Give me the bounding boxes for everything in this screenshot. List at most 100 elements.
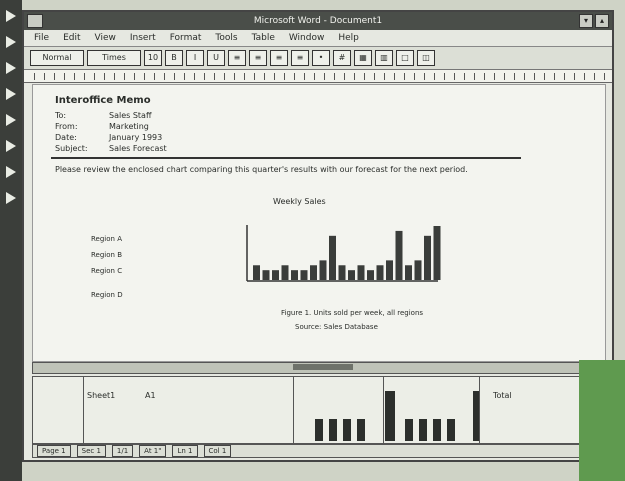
mini-bar [385, 391, 395, 441]
bar-17 [405, 265, 412, 280]
mini-bars [315, 391, 479, 441]
numbered-list-button[interactable]: # [333, 50, 351, 66]
menu-item-insert[interactable]: Insert [130, 33, 156, 43]
menu-item-table[interactable]: Table [252, 33, 275, 43]
menu-item-window[interactable]: Window [289, 33, 325, 43]
menu-item-tools[interactable]: Tools [215, 33, 237, 43]
menu-item-edit[interactable]: Edit [63, 33, 80, 43]
bold-button[interactable]: B [165, 50, 183, 66]
arrow-icon[interactable] [6, 166, 16, 178]
ruler-tick [494, 73, 495, 80]
ruler-tick [214, 73, 215, 80]
ruler-tick [194, 73, 195, 80]
ruler-tick [394, 73, 395, 80]
font-box[interactable]: Times [87, 50, 141, 66]
embedded-chart[interactable] [33, 85, 605, 361]
status-line: Ln 1 [172, 445, 198, 457]
arrow-icon[interactable] [6, 62, 16, 74]
mini-bar [473, 391, 479, 441]
ruler-tick [144, 73, 145, 80]
ruler-tick [534, 73, 535, 80]
ruler-tick [134, 73, 135, 80]
ruler-tick [544, 73, 545, 80]
status-bar: Page 1 Sec 1 1/1 At 1" Ln 1 Col 1 [32, 444, 604, 458]
italic-button[interactable]: I [186, 50, 204, 66]
align-left-button[interactable]: ≡ [228, 50, 246, 66]
align-right-button[interactable]: ≡ [270, 50, 288, 66]
status-pos: 1/1 [111, 445, 134, 457]
bullet-list-button[interactable]: • [312, 50, 330, 66]
arrow-icon[interactable] [6, 114, 16, 126]
screen: Microsoft Word - Document1 ▾ ▴ File Edit… [0, 0, 625, 481]
horizontal-scrollbar[interactable] [32, 362, 606, 374]
spreadsheet-pane[interactable]: Sheet1 A1 Total [32, 376, 606, 444]
ruler-tick [34, 73, 35, 80]
ruler-tick [384, 73, 385, 80]
menu-item-help[interactable]: Help [338, 33, 359, 43]
ruler-tick [564, 73, 565, 80]
arrow-icon[interactable] [6, 192, 16, 204]
left-tool-strip [0, 0, 22, 481]
ruler-tick [444, 73, 445, 80]
mini-bar [315, 419, 323, 441]
menu-item-view[interactable]: View [95, 33, 116, 43]
ruler[interactable] [24, 70, 612, 83]
window-title: Microsoft Word - Document1 [253, 16, 383, 26]
chart-button[interactable]: ▥ [375, 50, 393, 66]
menu-item-file[interactable]: File [34, 33, 49, 43]
ruler-tick [114, 73, 115, 80]
ruler-tick [464, 73, 465, 80]
minimize-button[interactable]: ▾ [579, 14, 593, 28]
ruler-tick [474, 73, 475, 80]
ruler-tick [274, 73, 275, 80]
arrow-icon[interactable] [6, 10, 16, 22]
menu-item-format[interactable]: Format [170, 33, 202, 43]
underline-button[interactable]: U [207, 50, 225, 66]
maximize-button[interactable]: ▴ [595, 14, 609, 28]
bar-8 [319, 260, 327, 280]
bar-18 [414, 260, 422, 280]
system-menu-button[interactable] [27, 14, 43, 28]
bar-3 [272, 270, 279, 280]
arrow-icon[interactable] [6, 36, 16, 48]
ruler-tick [314, 73, 315, 80]
ruler-tick [284, 73, 285, 80]
ruler-tick [504, 73, 505, 80]
ruler-tick [594, 73, 595, 80]
ruler-tick [244, 73, 245, 80]
menu-bar: File Edit View Insert Format Tools Table… [24, 30, 612, 47]
ruler-tick [574, 73, 575, 80]
chart-caption: Figure 1. Units sold per week, all regio… [281, 309, 424, 317]
ruler-tick [424, 73, 425, 80]
bar-15 [386, 260, 393, 280]
desktop-background [579, 360, 625, 481]
style-box[interactable]: Normal [30, 50, 84, 66]
frame-button[interactable]: □ [396, 50, 414, 66]
ruler-tick [264, 73, 265, 80]
ruler-tick [484, 73, 485, 80]
bar-19 [424, 235, 431, 280]
document-page[interactable]: Interoffice Memo To: Sales Staff From: Mar… [32, 84, 606, 362]
arrow-icon[interactable] [6, 140, 16, 152]
ruler-tick [74, 73, 75, 80]
ruler-tick [554, 73, 555, 80]
ruler-tick [454, 73, 455, 80]
mini-bar [419, 419, 427, 441]
ruler-tick [404, 73, 405, 80]
ruler-tick [324, 73, 325, 80]
ruler-tick [364, 73, 365, 80]
arrow-icon[interactable] [6, 88, 16, 100]
ruler-tick [44, 73, 45, 80]
zoom-button[interactable]: ◫ [417, 50, 435, 66]
ruler-tick [414, 73, 415, 80]
table-button[interactable]: ▦ [354, 50, 372, 66]
ruler-tick [54, 73, 55, 80]
ruler-tick [204, 73, 205, 80]
mini-bar [433, 419, 441, 441]
justify-button[interactable]: ≡ [291, 50, 309, 66]
scroll-thumb[interactable] [293, 364, 353, 370]
align-center-button[interactable]: ≡ [249, 50, 267, 66]
size-box[interactable]: 10 [144, 50, 162, 66]
ruler-tick [294, 73, 295, 80]
ruler-tick [354, 73, 355, 80]
